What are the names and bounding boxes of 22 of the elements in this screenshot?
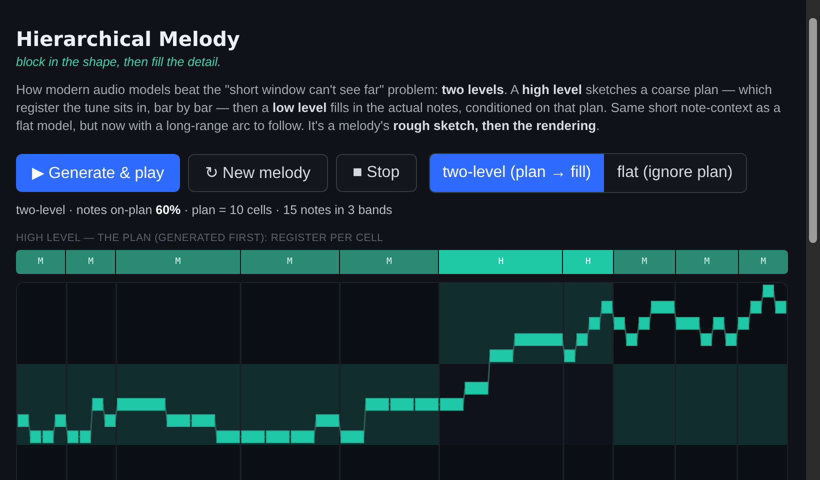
plan-cell: M (340, 250, 438, 274)
intro-paragraph: How modern audio models beat the "short window can't see far" problem: two levels. A high level sketches a coarse plan — which register the tune sits in, bar by bar — then a low level fills in the actual notes, conditioned on that plan. Same short note-context as a flat model, but now with a long-range arc to follow. It's a melody's rough sketch, then the rendering. (16, 81, 782, 135)
generate-button[interactable]: ▶ Generate & play (16, 154, 180, 192)
section-heading: HIGH LEVEL — THE PLAN (GENERATED FIRST): REGISTER PER CELL (16, 232, 384, 244)
plan-cell: M (66, 250, 116, 274)
plan-cell: M (738, 250, 788, 274)
scrollbar[interactable] (806, 0, 820, 480)
plan-cell: M (240, 250, 339, 274)
scrollbar-thumb[interactable] (809, 18, 817, 243)
plan-cell: M (676, 250, 738, 274)
mode-option[interactable]: two-level (plan → fill) (430, 154, 604, 192)
action-button[interactable]: ■ Stop (336, 154, 417, 192)
subtitle: block in the shape, then fill the detail. (16, 55, 222, 69)
plan-cell: H (563, 250, 613, 274)
stats-line: two-level · notes on-plan 60% · plan = 10 cells · 15 notes in 3 bands (16, 203, 394, 217)
plan-cell: M (614, 250, 676, 274)
mode-option[interactable]: flat (ignore plan) (604, 154, 746, 192)
page-title: Hierarchical Melody (16, 26, 241, 52)
plan-cell: H (439, 250, 562, 274)
plan-cell: M (16, 250, 66, 274)
plan-cell: M (116, 250, 240, 274)
action-button[interactable]: ↻ New melody (188, 154, 328, 192)
